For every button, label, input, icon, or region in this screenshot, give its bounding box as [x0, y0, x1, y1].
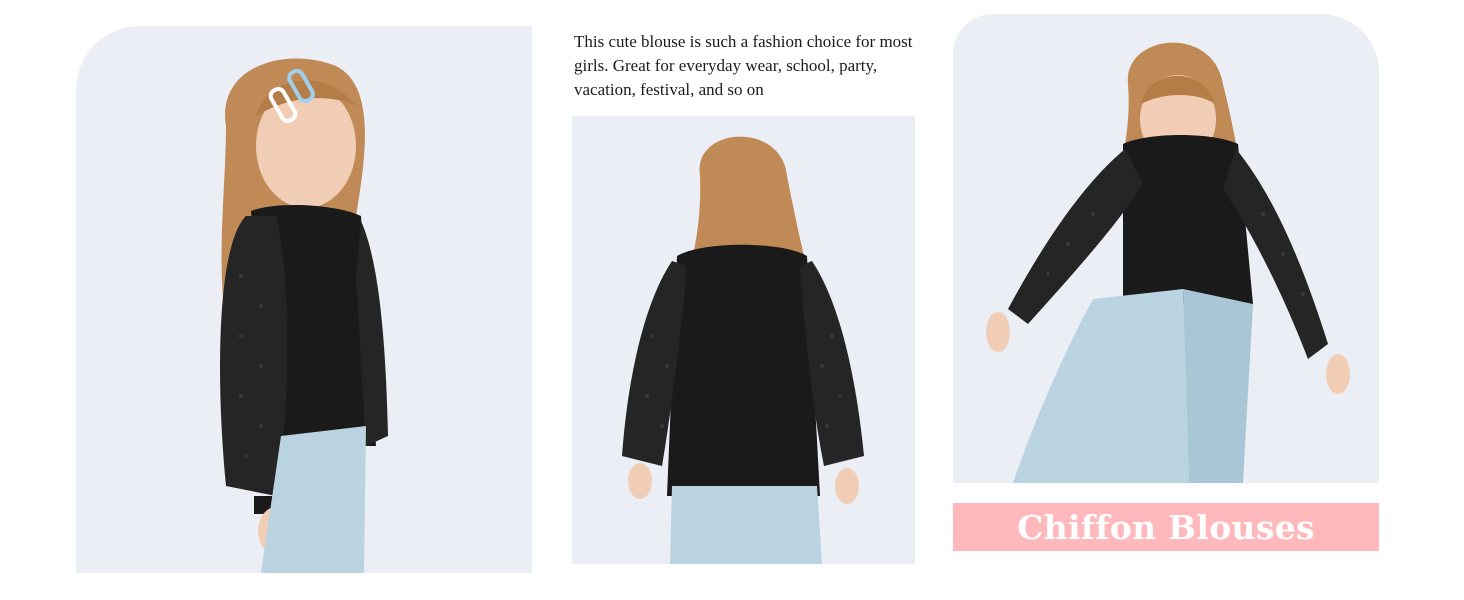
jeans	[670, 486, 822, 564]
product-description: This cute blouse is such a fashion choic…	[574, 32, 913, 99]
hand	[628, 463, 652, 499]
product-photo-back-view	[572, 116, 915, 564]
girl-side-view-illustration	[220, 58, 388, 573]
blouse-body	[667, 244, 820, 496]
product-photo-side-view	[76, 26, 532, 573]
girl-back-view-illustration	[622, 136, 864, 564]
product-photo-front-view	[953, 14, 1379, 483]
girl-front-view-illustration	[986, 42, 1350, 483]
hand	[986, 312, 1010, 352]
jeans	[1013, 289, 1189, 483]
chiffon-blouses-banner: Chiffon Blouses	[953, 503, 1379, 551]
hand	[1326, 354, 1350, 394]
chiffon-sleeve	[220, 216, 288, 496]
hand	[835, 468, 859, 504]
banner-label: Chiffon Blouses	[1017, 507, 1315, 547]
